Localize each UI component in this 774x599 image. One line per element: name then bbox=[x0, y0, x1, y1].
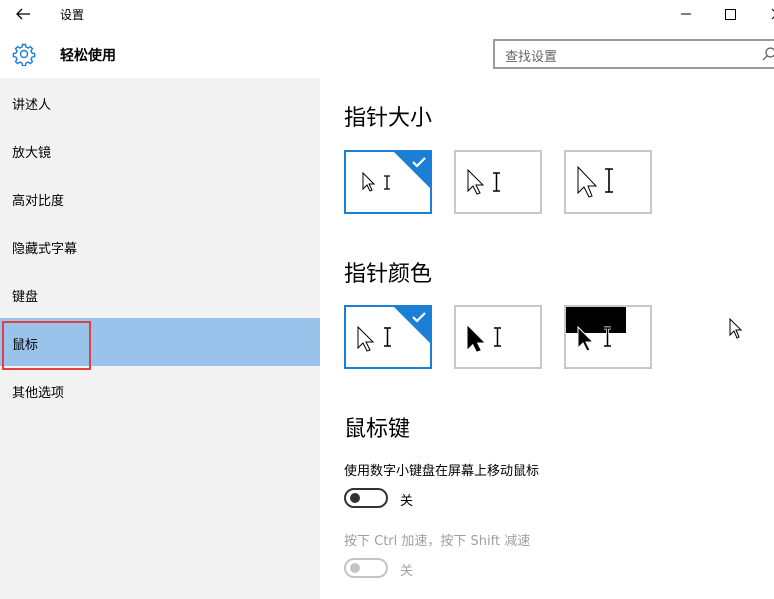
sidebar-item-label: 隐藏式字幕 bbox=[12, 242, 78, 257]
pointer-color-white-option[interactable] bbox=[344, 305, 432, 369]
pointer-color-black-option[interactable] bbox=[454, 305, 542, 369]
sidebar-item-label: 讲述人 bbox=[12, 98, 52, 113]
ctrl-shift-toggle[interactable] bbox=[344, 558, 388, 578]
app-title: 设置 bbox=[60, 8, 85, 22]
check-icon bbox=[393, 307, 430, 344]
mouse-cursor-icon bbox=[729, 317, 743, 340]
black-pointer-icon bbox=[467, 325, 501, 352]
main-content: 指针大小 指针颜色 鼠标键 使用数字小键盘在屏幕上移动鼠标 关 按下 Ctrl … bbox=[320, 78, 774, 599]
numpad-toggle-state: 关 bbox=[400, 494, 414, 509]
large-pointer-icon bbox=[577, 165, 613, 198]
sidebar-item-closed-captions[interactable]: 隐藏式字幕 bbox=[0, 222, 320, 270]
sidebar-item-keyboard[interactable]: 键盘 bbox=[0, 270, 320, 318]
mouse-keys-heading: 鼠标键 bbox=[344, 417, 411, 442]
pointer-size-large-option[interactable] bbox=[564, 150, 652, 214]
maximize-icon[interactable] bbox=[720, 5, 740, 23]
sidebar-item-label: 高对比度 bbox=[12, 194, 65, 209]
sidebar-item-magnifier[interactable]: 放大镜 bbox=[0, 126, 320, 174]
ctrl-shift-toggle-state: 关 bbox=[400, 564, 414, 579]
sidebar-item-label: 其他选项 bbox=[12, 386, 65, 401]
pointer-color-inverted-option[interactable] bbox=[564, 305, 652, 369]
minimize-icon[interactable] bbox=[676, 5, 696, 23]
search-icon[interactable] bbox=[761, 46, 774, 62]
medium-pointer-icon bbox=[467, 168, 500, 195]
pointer-size-small-option[interactable] bbox=[344, 150, 432, 214]
check-icon bbox=[393, 152, 430, 189]
close-icon[interactable] bbox=[764, 5, 774, 23]
section-title: 轻松使用 bbox=[60, 48, 116, 64]
gear-icon bbox=[12, 42, 36, 67]
back-arrow-icon[interactable] bbox=[12, 4, 34, 24]
sidebar-item-narrator[interactable]: 讲述人 bbox=[0, 78, 320, 126]
sidebar: 讲述人 放大镜 高对比度 隐藏式字幕 键盘 鼠标 其他选项 bbox=[0, 78, 320, 599]
toggle-knob bbox=[350, 563, 360, 573]
search-placeholder: 查找设置 bbox=[505, 50, 558, 65]
ctrl-shift-label: 按下 Ctrl 加速，按下 Shift 减速 bbox=[344, 534, 531, 549]
sidebar-item-high-contrast[interactable]: 高对比度 bbox=[0, 174, 320, 222]
sidebar-item-label: 放大镜 bbox=[12, 146, 52, 161]
toggle-knob bbox=[350, 493, 360, 503]
search-input[interactable]: 查找设置 bbox=[493, 39, 774, 69]
sidebar-item-other-options[interactable]: 其他选项 bbox=[0, 366, 320, 414]
numpad-mouse-toggle[interactable] bbox=[344, 488, 388, 508]
title-bar: 设置 bbox=[0, 0, 774, 28]
inverted-pointer-icon bbox=[566, 307, 626, 352]
page-header: 轻松使用 查找设置 bbox=[0, 28, 774, 78]
pointer-color-heading: 指针颜色 bbox=[344, 262, 433, 287]
highlight-box bbox=[2, 321, 91, 370]
numpad-mouse-label: 使用数字小键盘在屏幕上移动鼠标 bbox=[344, 464, 540, 479]
pointer-size-heading: 指针大小 bbox=[344, 106, 433, 131]
pointer-size-medium-option[interactable] bbox=[454, 150, 542, 214]
sidebar-item-label: 键盘 bbox=[12, 290, 39, 305]
